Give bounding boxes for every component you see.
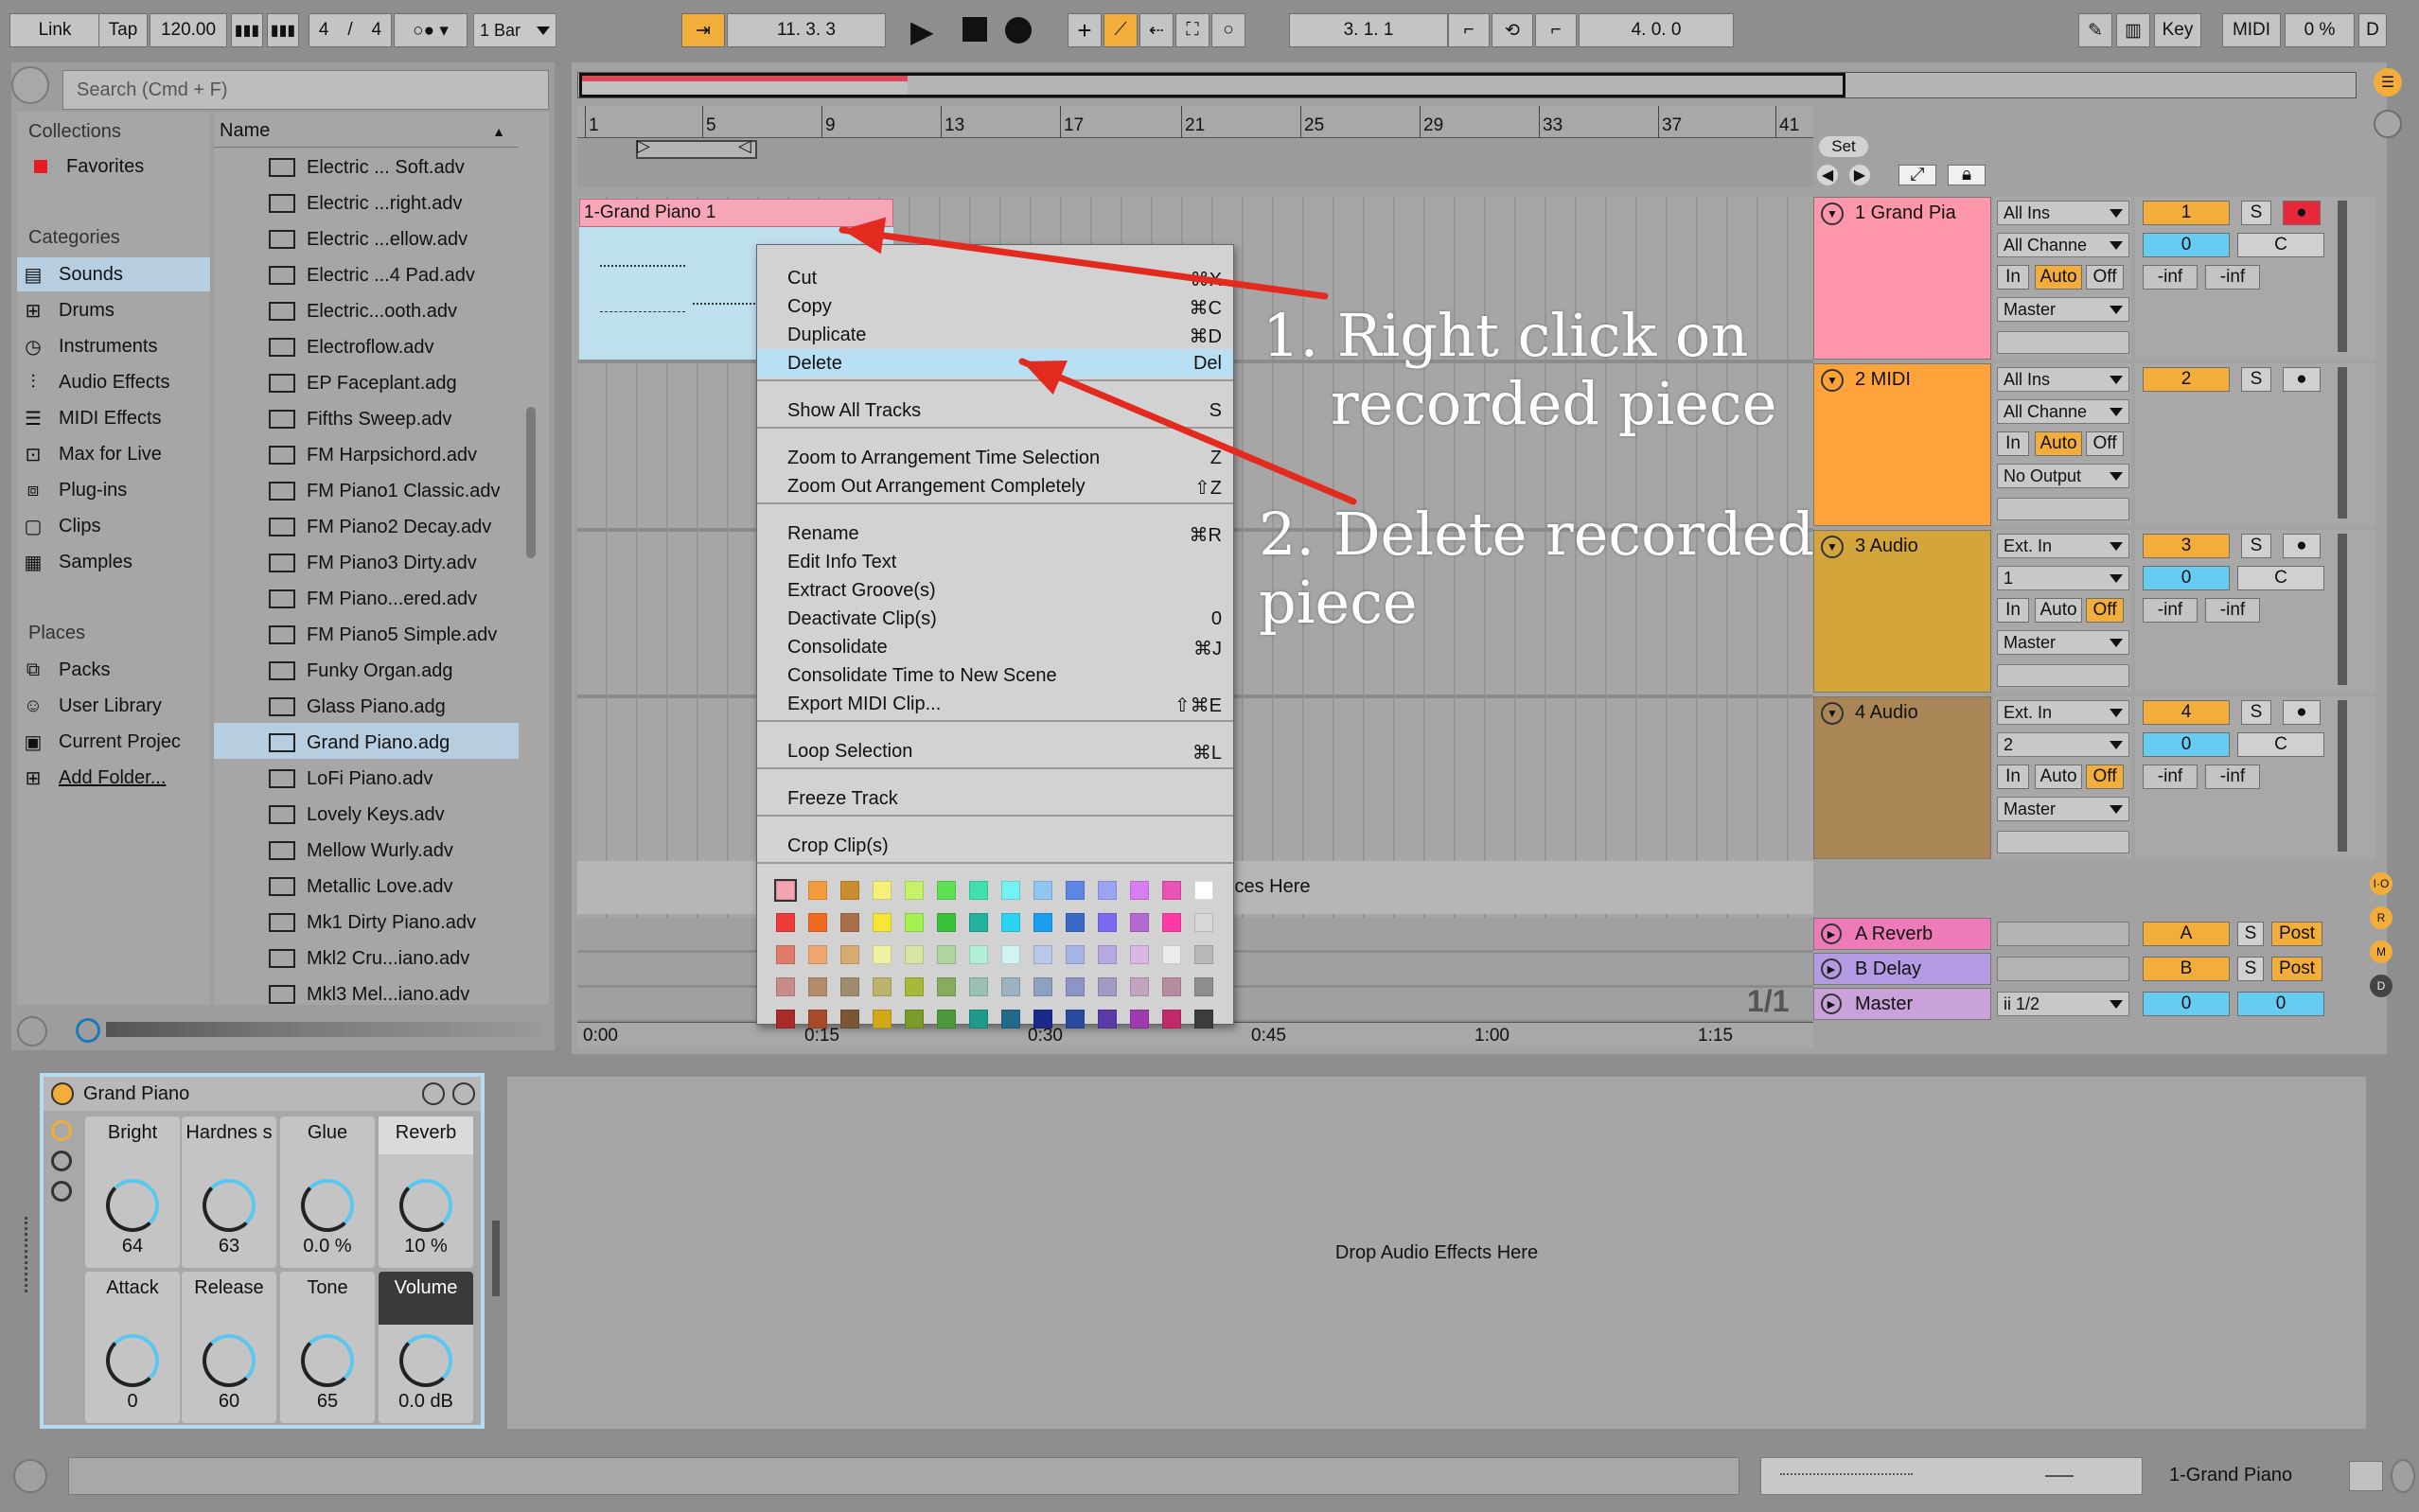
macro-param-value: 10 %	[404, 1236, 448, 1257]
annotation-step1-line1: 1. Right click on	[1262, 301, 1749, 370]
clip-overview[interactable]	[1760, 1457, 2143, 1495]
macro-param-value: 63	[218, 1236, 240, 1257]
macro-knob[interactable]	[301, 1334, 354, 1387]
save-preset-icon[interactable]	[452, 1082, 475, 1105]
macro-param[interactable]: Hardnes s 63	[182, 1116, 276, 1268]
hot-swap-icon[interactable]	[422, 1082, 445, 1105]
macro-param-value: 60	[218, 1391, 240, 1412]
macro-param[interactable]: Volume 0.0 dB	[379, 1272, 473, 1423]
macro-param-name: Bright	[107, 1122, 158, 1143]
status-text-field	[68, 1457, 1739, 1495]
macro-param[interactable]: Bright 64	[85, 1116, 180, 1268]
macro-param[interactable]: Glue 0.0 %	[280, 1116, 375, 1268]
devices-icon[interactable]	[51, 1181, 72, 1202]
macro-param-value: 64	[121, 1236, 144, 1257]
macro-knob[interactable]	[106, 1334, 159, 1387]
arrow-head	[842, 217, 887, 255]
macro-param-name: Release	[194, 1277, 264, 1298]
drop-audio-effects[interactable]: Drop Audio Effects Here	[507, 1077, 2366, 1429]
macro-param-value: 0.0 dB	[398, 1391, 453, 1412]
macro-param-name: Reverb	[379, 1116, 473, 1154]
macro-param-value: 0	[127, 1391, 138, 1412]
macro-knob[interactable]	[203, 1334, 256, 1387]
info-toggle-icon[interactable]	[13, 1459, 47, 1493]
device-power-icon[interactable]	[51, 1082, 74, 1105]
status-clip-name: 1-Grand Piano	[2169, 1465, 2293, 1486]
macro-param-name: Volume	[379, 1272, 473, 1325]
macro-param[interactable]: Release 60	[182, 1272, 276, 1423]
macro-param-name: Hardnes s	[185, 1122, 273, 1143]
macro-param-name: Glue	[307, 1122, 348, 1143]
arrow-line	[839, 226, 1329, 300]
macro-param-name: Attack	[106, 1277, 159, 1298]
macro-knob[interactable]	[203, 1179, 256, 1232]
arrow-line	[1018, 358, 1357, 505]
annotation-step2-line2: piece	[1259, 568, 1418, 637]
device-drag-handle[interactable]	[25, 1217, 32, 1292]
macro-knob[interactable]	[399, 1334, 452, 1387]
macro-knob[interactable]	[106, 1179, 159, 1232]
macro-knob[interactable]	[399, 1179, 452, 1232]
macro-icon[interactable]	[51, 1120, 72, 1141]
macro-param[interactable]: Reverb 10 %	[379, 1116, 473, 1268]
device-divider[interactable]	[492, 1221, 500, 1296]
instrument-rack: Grand Piano Bright 64 Hardnes s 63 Glue 0.0 %…	[40, 1073, 485, 1429]
macro-param[interactable]: Tone 65	[280, 1272, 375, 1423]
macro-param-name: Tone	[307, 1277, 348, 1298]
macro-knob[interactable]	[301, 1179, 354, 1232]
chain-list-icon[interactable]	[51, 1151, 72, 1171]
annotation-step2-line1: 2. Delete recorded	[1259, 500, 1815, 569]
macro-param-value: 65	[316, 1391, 339, 1412]
annotation-step1-line2: recorded piece	[1331, 369, 1777, 438]
midi-clip-icon	[2349, 1461, 2383, 1491]
macro-param-value: 0.0 %	[303, 1236, 352, 1257]
macro-param[interactable]: Attack 0	[85, 1272, 180, 1423]
device-title: Grand Piano	[83, 1083, 190, 1104]
detail-toggle-icon[interactable]	[2391, 1459, 2415, 1493]
